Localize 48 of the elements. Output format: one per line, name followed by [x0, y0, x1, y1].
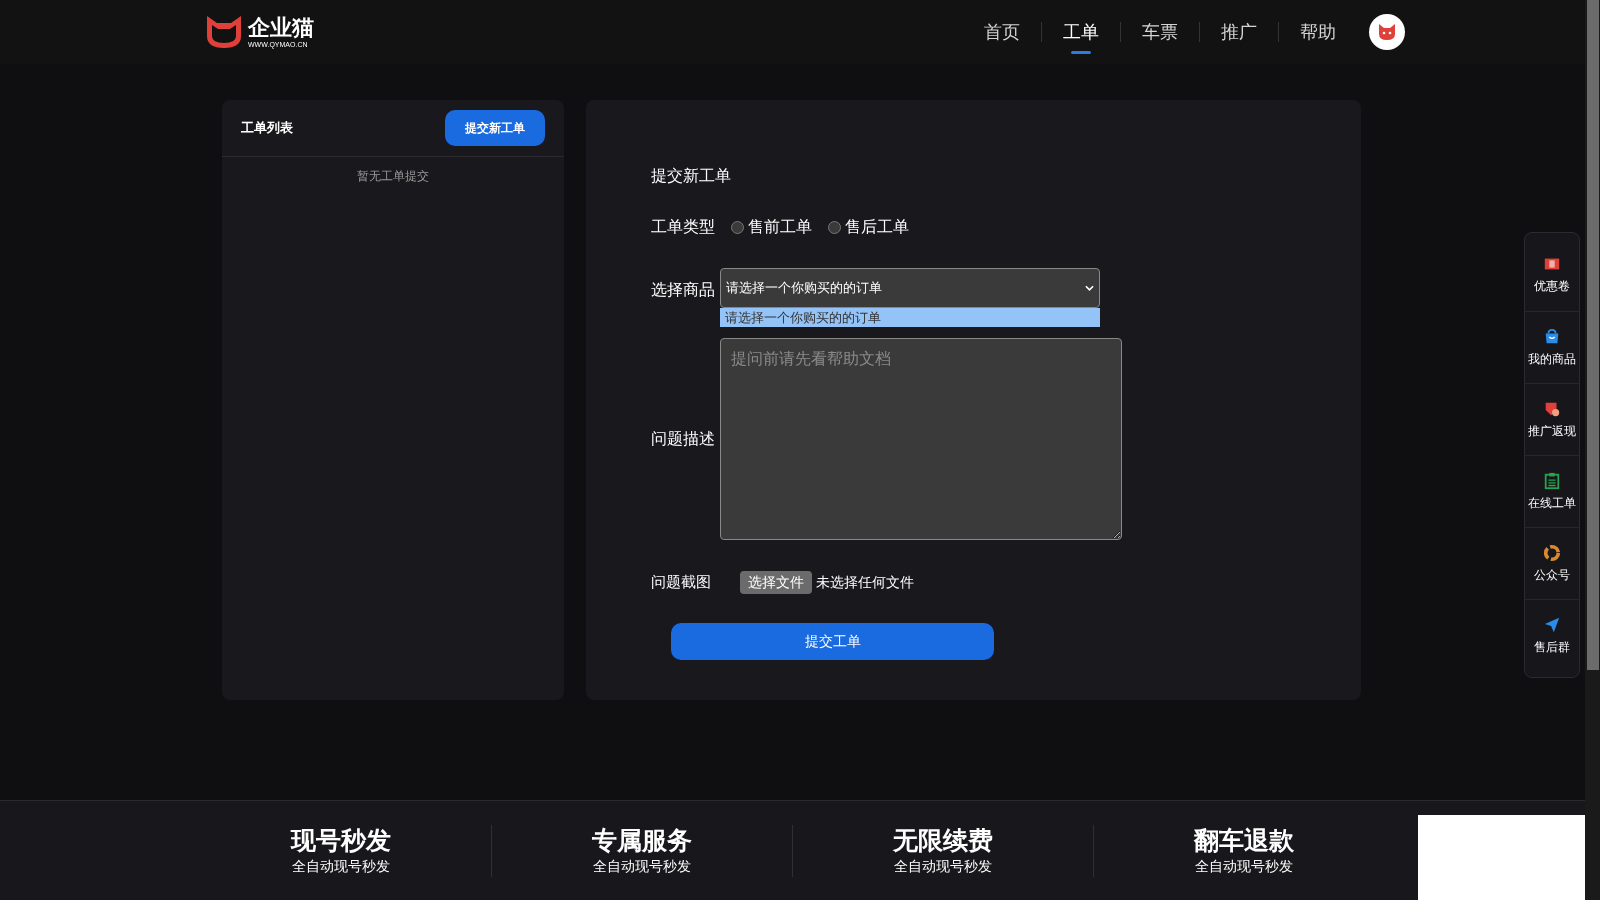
radio-button[interactable] [731, 220, 744, 234]
feature-subtitle: 全自动现号秒发 [292, 857, 390, 876]
description-field[interactable]: 提问前请先看帮助文档 [720, 338, 1122, 540]
nav-link[interactable]: 工单 [1042, 0, 1120, 64]
side-toolbar-item[interactable]: 优惠卷 [1525, 239, 1579, 311]
avatar[interactable] [1369, 14, 1405, 50]
field-label: 选择商品 [651, 280, 716, 300]
dropdown-option[interactable]: 请选择一个你购买的的订单 [720, 308, 1100, 327]
empty-message: 暂无工单提交 [356, 168, 430, 185]
feature-subtitle: 全自动现号秒发 [593, 857, 691, 876]
feature-title: 翻车退款 [1194, 825, 1294, 856]
feature-subtitle: 全自动现号秒发 [894, 857, 992, 876]
feature-title: 无限续费 [893, 825, 993, 856]
feature-title: 专属服务 [592, 825, 692, 856]
feature-subtitle: 全自动现号秒发 [1195, 857, 1293, 876]
side-toolbar-item[interactable]: 售后群 [1525, 599, 1579, 671]
nav-link[interactable]: 首页 [963, 0, 1041, 64]
submit-button[interactable]: 提交工单 [671, 623, 994, 660]
cat-icon [1377, 23, 1397, 41]
radio-option[interactable]: 售后工单 [828, 215, 909, 239]
logo-text: 企业猫 [248, 16, 314, 39]
panel-title: 工单列表 [241, 119, 293, 138]
side-toolbar-item[interactable]: 推广返现 [1525, 383, 1579, 455]
active-indicator [1071, 51, 1091, 54]
field-label: 问题截图 [651, 572, 712, 593]
nav-link[interactable]: 车票 [1121, 0, 1199, 64]
form-title: 提交新工单 [651, 166, 732, 186]
scrollbar-thumb[interactable] [1586, 0, 1599, 670]
new-ticket-button[interactable]: 提交新工单 [445, 110, 545, 146]
field-label: 问题描述 [651, 429, 716, 449]
side-toolbar-item[interactable]: 在线工单 [1525, 455, 1579, 527]
cat-logo-icon [204, 14, 244, 50]
feature-title: 现号秒发 [291, 825, 391, 856]
swirl-icon [1543, 543, 1561, 562]
side-toolbar-item[interactable]: 公众号 [1525, 527, 1579, 599]
chevron-down-icon [1085, 285, 1094, 291]
plane-icon [1543, 615, 1561, 634]
radio-button[interactable] [828, 220, 841, 234]
file-status: 未选择任何文件 [816, 573, 914, 592]
side-toolbar-item[interactable]: 我的商品 [1525, 311, 1579, 383]
bag-icon [1543, 327, 1561, 346]
nav-link[interactable]: 推广 [1200, 0, 1278, 64]
nav-link[interactable]: 帮助 [1279, 0, 1357, 64]
choose-file-button[interactable]: 选择文件 [740, 571, 812, 594]
radio-option[interactable]: 售前工单 [731, 215, 812, 239]
product-select[interactable]: 请选择一个你购买的的订单 [720, 268, 1100, 308]
field-label: 工单类型 [651, 217, 715, 237]
clipboard-icon [1543, 471, 1561, 490]
